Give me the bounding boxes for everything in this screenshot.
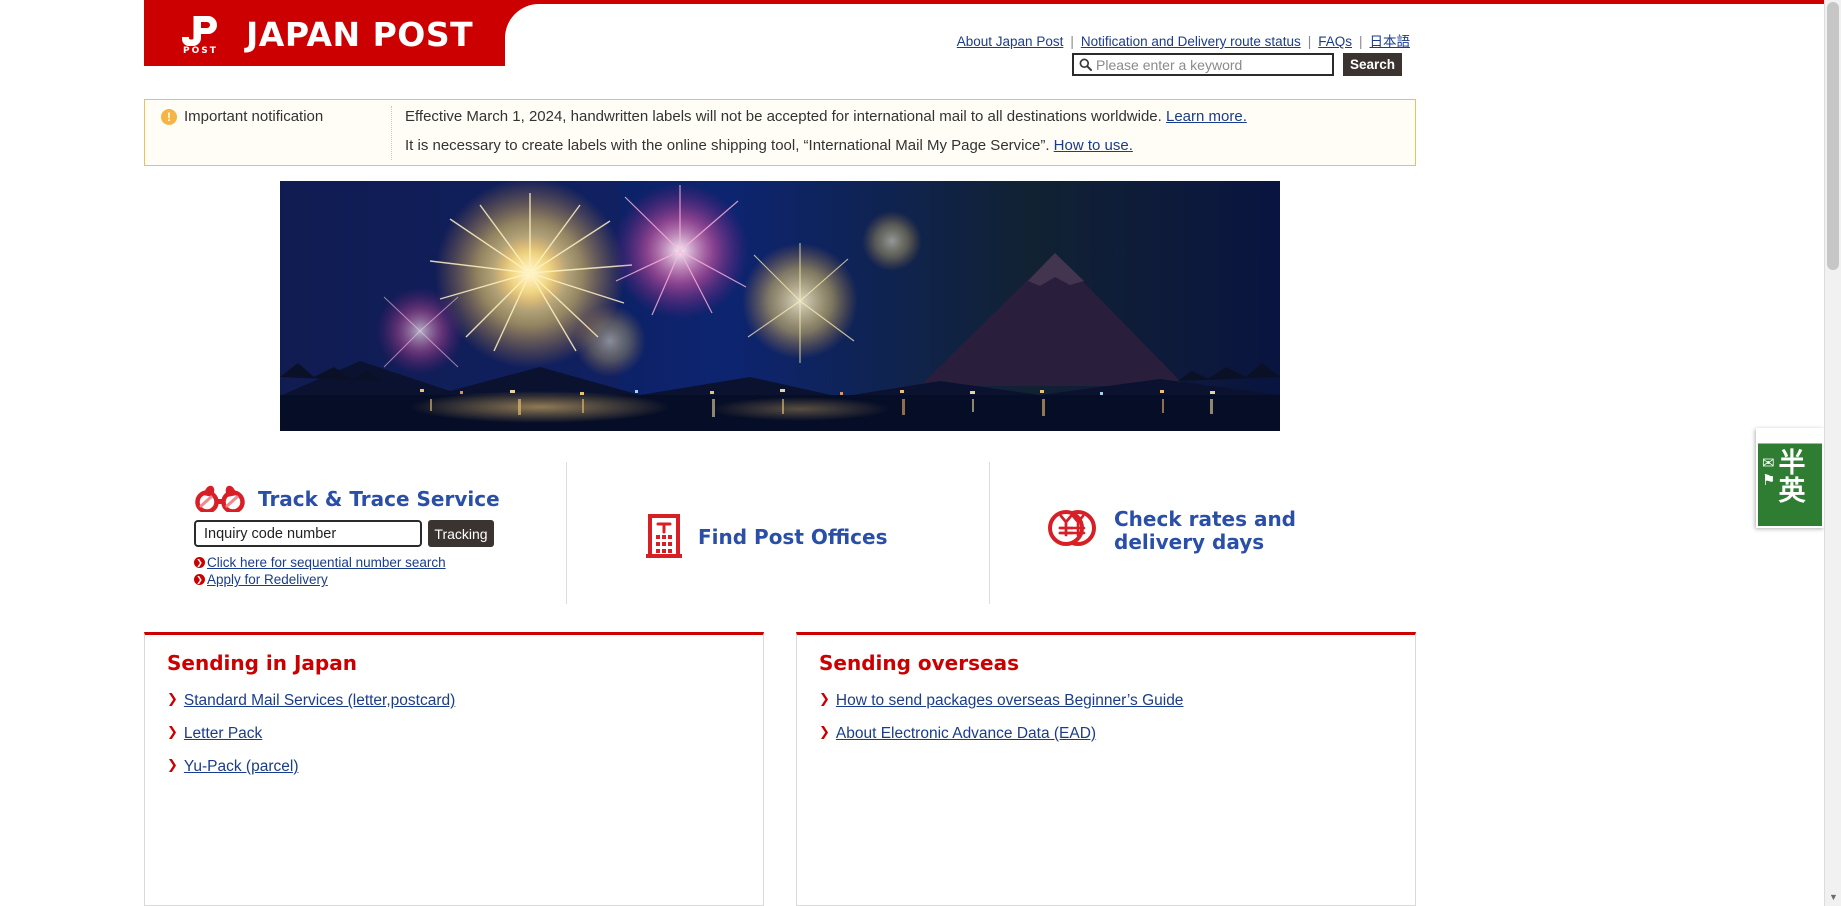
check-rates-title-line-2: delivery days [1114, 529, 1265, 554]
side-floating-badge[interactable]: ✉ ⚑ 半 英 [1756, 428, 1824, 528]
service-track-and-trace: Track & Trace Service Tracking ❯ Click h… [144, 462, 566, 604]
yen-coins-icon [1044, 504, 1102, 557]
nav-link-about-japan-post[interactable]: About Japan Post [957, 34, 1064, 49]
nav-link-japanese[interactable]: 日本語 [1370, 34, 1411, 49]
check-rates-title-line-1: Check rates and [1114, 507, 1297, 532]
notification-row-1: ! Important notification Effective March… [145, 100, 1415, 133]
hero-banner-image[interactable] [280, 181, 1280, 431]
list-item[interactable]: ❯ About Electronic Advance Data (EAD) [819, 724, 1393, 745]
top-utility-nav: About Japan Post | Notification and Delive… [0, 30, 1410, 50]
list-item[interactable]: ❯ Yu-Pack (parcel) [167, 757, 741, 778]
track-and-trace-heading[interactable]: Track & Trace Service [194, 482, 500, 517]
list-item[interactable]: ❯ How to send packages overseas Beginner… [819, 691, 1393, 712]
scroll-down-arrow-icon[interactable]: ▼ [1825, 889, 1841, 906]
track-link-row-redelivery[interactable]: ❯ Apply for Redelivery [194, 571, 446, 588]
notification-label: Important notification [184, 108, 324, 125]
chevron-right-icon: ❯ [167, 757, 178, 773]
arrow-bullet-icon: ❯ [194, 574, 205, 586]
track-and-trace-links: ❯ Click here for sequential number searc… [194, 554, 446, 589]
nav-link-notification-delivery-route-status[interactable]: Notification and Delivery route status [1081, 34, 1301, 49]
find-post-offices-title: Find Post Offices [698, 525, 888, 550]
nav-separator-1: | [1070, 34, 1074, 49]
nav-separator-3: | [1358, 34, 1363, 49]
quick-services-row: Track & Trace Service Tracking ❯ Click h… [144, 462, 1416, 604]
check-rates-title: Check rates and delivery days [1114, 508, 1296, 553]
notification-label-group: ! Important notification [145, 100, 391, 125]
search-box[interactable] [1072, 53, 1334, 76]
link-sequential-number-search[interactable]: Click here for sequential number search [207, 554, 446, 571]
chevron-right-icon: ❯ [819, 724, 830, 740]
list-item[interactable]: ❯ Standard Mail Services (letter,postcar… [167, 691, 741, 712]
track-link-row-sequential[interactable]: ❯ Click here for sequential number searc… [194, 554, 446, 571]
mailbox-icon: ✉ ⚑ [1762, 455, 1776, 489]
vertical-scrollbar[interactable]: ▲ ▼ [1824, 0, 1841, 906]
page-left-gutter [0, 0, 144, 906]
notification-line-1-text: Effective March 1, 2024, handwritten lab… [405, 108, 1162, 125]
search-input[interactable] [1096, 56, 1332, 73]
notification-how-to-use-link[interactable]: How to use. [1054, 137, 1133, 154]
link-apply-for-redelivery[interactable]: Apply for Redelivery [207, 571, 328, 588]
list-item[interactable]: ❯ Letter Pack [167, 724, 741, 745]
panel-title-sending-in-japan: Sending in Japan [167, 651, 357, 675]
tracking-button[interactable]: Tracking [428, 520, 494, 547]
side-badge-line-2: 英 [1778, 476, 1806, 507]
check-rates-heading[interactable]: Check rates and delivery days [1044, 504, 1296, 557]
panel-title-sending-overseas: Sending overseas [819, 651, 1019, 675]
link-standard-mail-services[interactable]: Standard Mail Services (letter,postcard) [184, 691, 455, 712]
binoculars-icon [194, 482, 246, 517]
link-about-electronic-advance-data[interactable]: About Electronic Advance Data (EAD) [836, 724, 1096, 745]
nav-link-faqs[interactable]: FAQs [1318, 34, 1352, 49]
page-root: POST JAPAN POST About Japan Post | Notific… [0, 0, 1841, 906]
notification-learn-more-link[interactable]: Learn more. [1166, 108, 1247, 125]
notification-line-2-text: It is necessary to create labels with th… [405, 137, 1050, 154]
service-check-rates[interactable]: Check rates and delivery days [990, 462, 1414, 604]
link-how-to-send-packages-overseas[interactable]: How to send packages overseas Beginner’s… [836, 691, 1184, 712]
service-find-post-offices[interactable]: Find Post Offices [566, 462, 990, 604]
arrow-bullet-icon: ❯ [194, 557, 205, 569]
search-icon [1074, 54, 1096, 75]
link-yu-pack[interactable]: Yu-Pack (parcel) [184, 757, 299, 778]
important-notification-banner: ! Important notification Effective March… [144, 99, 1416, 166]
search-button[interactable]: Search [1343, 53, 1402, 76]
notification-line-1: Effective March 1, 2024, handwritten lab… [391, 100, 1247, 125]
panel-sending-in-japan: Sending in Japan ❯ Standard Mail Service… [144, 632, 764, 906]
notification-line-2: It is necessary to create labels with th… [145, 133, 1415, 154]
chevron-right-icon: ❯ [167, 724, 178, 740]
nav-separator-2: | [1307, 34, 1312, 49]
hero-illustration [280, 181, 1280, 431]
notification-divider [391, 106, 392, 160]
warning-icon: ! [161, 108, 177, 125]
inquiry-code-input[interactable] [194, 520, 422, 547]
bottom-panels: Sending in Japan ❯ Standard Mail Service… [144, 632, 1416, 906]
chevron-right-icon: ❯ [167, 692, 178, 707]
panel-sending-overseas: Sending overseas ❯ How to send packages … [796, 632, 1416, 906]
link-letter-pack[interactable]: Letter Pack [184, 724, 262, 745]
side-badge-text: 半 英 [1775, 447, 1806, 507]
find-post-offices-heading[interactable]: Find Post Offices [642, 510, 888, 565]
chevron-right-icon: ❯ [819, 692, 830, 707]
track-and-trace-title: Track & Trace Service [258, 487, 500, 512]
post-office-building-icon [642, 510, 686, 565]
side-badge-line-1: 半 [1778, 447, 1806, 479]
scrollbar-thumb[interactable] [1827, 2, 1839, 270]
track-and-trace-form: Tracking [194, 520, 494, 547]
